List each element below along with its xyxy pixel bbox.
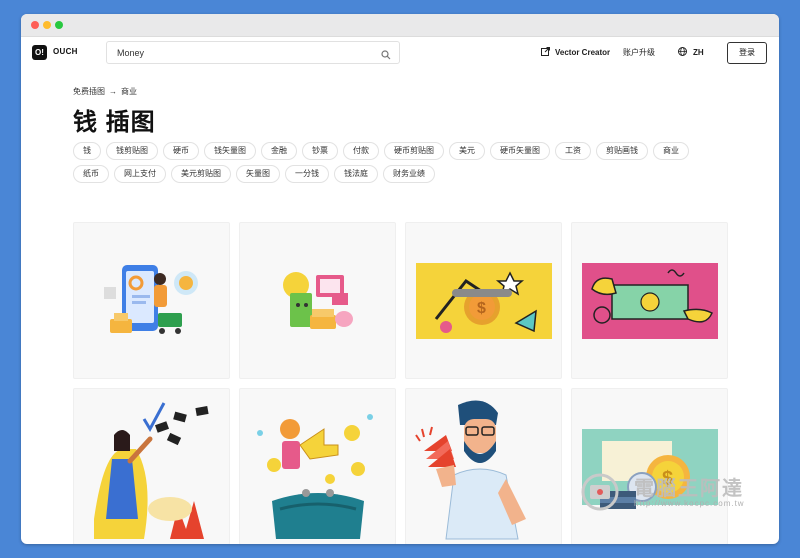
tag-chip[interactable]: 硬币剪贴图 xyxy=(384,142,444,160)
illustration-card[interactable] xyxy=(571,222,728,379)
illustration-card[interactable] xyxy=(73,388,230,544)
search-input[interactable] xyxy=(115,45,369,61)
banknote-hands-illustration xyxy=(582,263,718,339)
external-link-icon xyxy=(541,47,550,58)
tag-chip[interactable]: 钱 xyxy=(73,142,101,160)
tag-chip[interactable]: 商业 xyxy=(653,142,689,160)
tag-chip[interactable]: 财务业绩 xyxy=(383,165,435,183)
illustration-card[interactable]: $ xyxy=(571,388,728,544)
phone-payment-illustration xyxy=(104,265,198,334)
watermark: 電腦王阿達 http://www.kocpc.com.tw xyxy=(572,472,762,512)
tag-chip[interactable]: 付款 xyxy=(343,142,379,160)
tag-chip[interactable]: 钞票 xyxy=(302,142,338,160)
man-with-cash-fan-illustration xyxy=(415,400,526,540)
thumbs-up-wallet-illustration xyxy=(257,414,373,539)
top-nav: O! OUCH Vector Creator 账户升级 ZH 登录 xyxy=(21,36,779,70)
tag-chip[interactable]: 硬币 xyxy=(163,142,199,160)
vector-creator-label: Vector Creator xyxy=(555,48,611,57)
vector-creator-link[interactable]: Vector Creator xyxy=(541,47,610,58)
page-title: 钱 插图 xyxy=(73,109,156,136)
language-switcher[interactable]: ZH xyxy=(678,47,704,58)
breadcrumb: 免费插图 → 商业 xyxy=(73,86,137,97)
watermark-url: http://www.kocpc.com.tw xyxy=(634,499,745,508)
logo-name[interactable]: OUCH xyxy=(53,47,78,56)
tag-list: 钱 钱剪贴图 硬币 钱矢量图 金融 钞票 付款 硬币剪贴图 美元 硬币矢量图 工… xyxy=(73,142,723,183)
minimize-window-icon[interactable] xyxy=(43,21,51,29)
tag-chip[interactable]: 一分钱 xyxy=(285,165,329,183)
watermark-text: 電腦王阿達 xyxy=(634,476,744,500)
close-window-icon[interactable] xyxy=(31,21,39,29)
maximize-window-icon[interactable] xyxy=(55,21,63,29)
breadcrumb-arrow-icon: → xyxy=(109,87,117,96)
tag-chip[interactable]: 金融 xyxy=(261,142,297,160)
window-titlebar xyxy=(21,14,779,37)
tag-chip[interactable]: 钱矢量图 xyxy=(204,142,256,160)
woman-throwing-money-illustration xyxy=(94,402,209,539)
search-icon[interactable] xyxy=(381,47,391,65)
tag-chip[interactable]: 网上支付 xyxy=(114,165,166,183)
search-box[interactable] xyxy=(106,41,400,64)
globe-icon xyxy=(678,47,687,58)
login-button[interactable]: 登录 xyxy=(727,42,767,64)
cash-piggy-illustration xyxy=(283,272,353,329)
tag-chip[interactable]: 美元 xyxy=(449,142,485,160)
watermark-logo-icon xyxy=(581,473,619,511)
svg-text:$: $ xyxy=(477,300,486,317)
logo-mark[interactable]: O! xyxy=(32,45,47,60)
breadcrumb-home[interactable]: 免费插图 xyxy=(73,86,105,97)
tag-chip[interactable]: 钱剪贴图 xyxy=(106,142,158,160)
illustration-card[interactable] xyxy=(405,388,562,544)
browser-window: O! OUCH Vector Creator 账户升级 ZH 登录 免费插图 →… xyxy=(21,14,779,544)
illustration-card[interactable]: $ xyxy=(405,222,562,379)
illustration-card[interactable] xyxy=(239,222,396,379)
tag-chip[interactable]: 硬币矢量图 xyxy=(490,142,550,160)
tag-chip[interactable]: 矢量图 xyxy=(236,165,280,183)
illustration-card[interactable] xyxy=(73,222,230,379)
tag-chip[interactable]: 剪贴画钱 xyxy=(596,142,648,160)
tag-chip[interactable]: 美元剪贴图 xyxy=(171,165,231,183)
tag-chip[interactable]: 纸币 xyxy=(73,165,109,183)
tag-chip[interactable]: 钱法庭 xyxy=(334,165,378,183)
coin-stack-illustration: $ xyxy=(582,429,718,509)
breadcrumb-current[interactable]: 商业 xyxy=(121,86,137,97)
language-label: ZH xyxy=(693,48,704,57)
magnet-coin-illustration: $ xyxy=(416,263,552,339)
upgrade-link[interactable]: 账户升级 xyxy=(623,47,655,58)
illustration-card[interactable] xyxy=(239,388,396,544)
tag-chip[interactable]: 工资 xyxy=(555,142,591,160)
